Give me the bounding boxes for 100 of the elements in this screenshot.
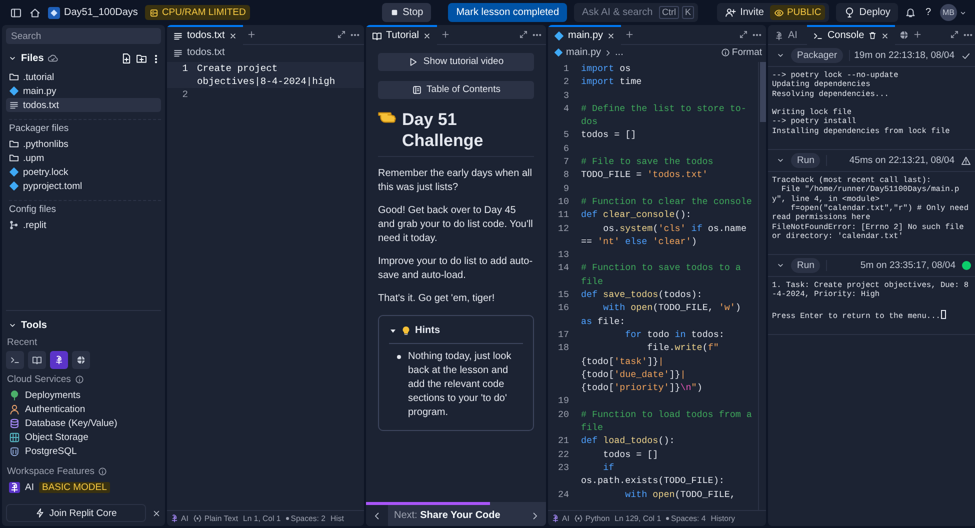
- tab[interactable]: todos.txt: [167, 25, 243, 44]
- line-number: 16: [556, 301, 570, 316]
- feature-item[interactable]: AI BASIC MODEL: [6, 480, 161, 494]
- file-item[interactable]: .upm: [6, 151, 161, 165]
- project-name[interactable]: Day51_100Days: [64, 7, 138, 18]
- line-number: 18: [556, 341, 570, 356]
- tutorial-button[interactable]: Show tutorial video: [378, 53, 534, 71]
- console-icon: [813, 30, 824, 40]
- tutorial-button[interactable]: Table of Contents: [378, 81, 534, 99]
- tutorial-paragraph: Remember the early days when all this was just lists?: [378, 167, 533, 195]
- scrollbar-thumb[interactable]: [760, 62, 766, 122]
- service-item[interactable]: Object Storage: [6, 430, 161, 444]
- visibility-label: PUBLIC: [786, 7, 822, 18]
- project-logo-icon: [48, 6, 60, 18]
- file-type-icon: [554, 48, 563, 57]
- search-input[interactable]: Ask AI & search: [582, 7, 656, 18]
- visibility-badge[interactable]: PUBLIC: [770, 5, 826, 20]
- code-line: # Function to clear the console: [581, 194, 752, 208]
- line-number: 24: [556, 488, 570, 501]
- tool-button[interactable]: [28, 351, 46, 369]
- home-icon[interactable]: [29, 6, 41, 18]
- help-button[interactable]: ?: [923, 7, 933, 18]
- tool-button[interactable]: [72, 351, 90, 369]
- service-item[interactable]: Authentication: [6, 402, 161, 416]
- service-item[interactable]: PostgreSQL: [6, 444, 161, 458]
- expand-icon[interactable]: [739, 30, 748, 39]
- check-icon: [960, 50, 970, 60]
- deploy-button[interactable]: Deploy: [836, 3, 898, 22]
- breadcrumb[interactable]: ...: [615, 47, 624, 58]
- service-item[interactable]: Database (Key/Value): [6, 416, 161, 430]
- file-item[interactable]: todos.txt: [6, 98, 161, 112]
- line-number: 22: [556, 448, 570, 461]
- section-title: Tools: [21, 320, 47, 331]
- braces-icon: [193, 514, 202, 523]
- new-file-icon[interactable]: [121, 53, 132, 64]
- sidebar-toggle-icon[interactable]: [10, 6, 22, 18]
- hints-toggle[interactable]: Hints: [389, 324, 523, 344]
- file-item[interactable]: pyproject.toml: [6, 179, 161, 193]
- run-time: 19m on 22:13:18, 08/04: [849, 50, 954, 61]
- line-number: 9: [562, 182, 570, 195]
- book-icon: [372, 30, 382, 40]
- plus-icon[interactable]: [440, 30, 450, 39]
- file-item[interactable]: .replit: [6, 218, 161, 232]
- feature-label: AI: [25, 482, 34, 492]
- search-field[interactable]: Search: [6, 28, 161, 44]
- invite-button[interactable]: Invite: [723, 7, 766, 18]
- file-item[interactable]: main.py: [6, 84, 161, 98]
- run-time: 5m on 23:35:17, 08/04: [826, 260, 956, 272]
- expand-icon[interactable]: [519, 30, 528, 39]
- info-icon[interactable]: [98, 467, 108, 476]
- section-title: Packager files: [9, 119, 161, 134]
- trash-icon[interactable]: [868, 31, 878, 40]
- code-line: todos = []: [602, 448, 660, 461]
- service-item[interactable]: Deployments: [6, 388, 161, 402]
- tool-button[interactable]: [50, 351, 68, 369]
- line-number: 2: [181, 88, 189, 101]
- bell-icon[interactable]: [905, 7, 916, 18]
- expand-icon[interactable]: [337, 30, 346, 39]
- info-icon[interactable]: [74, 375, 84, 384]
- file-item[interactable]: .tutorial: [6, 70, 161, 84]
- source-label[interactable]: Run: [791, 258, 820, 274]
- plus-icon[interactable]: [625, 30, 634, 39]
- breadcrumb[interactable]: main.py: [566, 47, 602, 58]
- close-icon[interactable]: [881, 32, 890, 40]
- line-number: 1: [562, 62, 570, 76]
- plus-icon[interactable]: [246, 30, 256, 39]
- text-icon: [173, 30, 183, 40]
- file-item[interactable]: .pythonlibs: [6, 137, 161, 151]
- stop-button[interactable]: Stop: [382, 3, 432, 22]
- mark-lesson-button[interactable]: Mark lesson completed: [448, 3, 568, 22]
- play-icon: [408, 57, 418, 67]
- ai-icon: [774, 30, 784, 40]
- plus-icon[interactable]: [913, 30, 922, 39]
- new-folder-icon[interactable]: [136, 53, 147, 64]
- source-label[interactable]: Run: [791, 153, 820, 168]
- close-icon[interactable]: [607, 32, 616, 40]
- model-badge: BASIC MODEL: [38, 482, 110, 492]
- tab[interactable]: Console: [807, 25, 896, 44]
- close-icon[interactable]: [152, 508, 161, 518]
- source-label[interactable]: Packager: [791, 48, 844, 63]
- code-line: def save_todos(todos):: [581, 288, 704, 302]
- close-icon[interactable]: [422, 32, 431, 40]
- code-line: with open(TODO_FILE, 'w') as file:: [581, 301, 742, 328]
- line-number: 17: [556, 328, 570, 342]
- bullet-icon: [397, 355, 401, 359]
- format-button[interactable]: Format: [720, 47, 762, 58]
- breadcrumb[interactable]: todos.txt: [187, 47, 225, 58]
- tab[interactable]: main.py: [548, 25, 622, 44]
- search-bar[interactable]: Ask AI & search Ctrl K: [574, 3, 698, 22]
- stop-icon: [390, 8, 399, 17]
- code-line: Create project objectives|8-4-2024|high: [197, 62, 336, 88]
- tab[interactable]: Tutorial: [366, 25, 437, 44]
- tab[interactable]: AI: [768, 25, 804, 44]
- tool-button[interactable]: [6, 351, 24, 369]
- section-title: Config files: [9, 200, 161, 215]
- expand-icon[interactable]: [950, 30, 958, 39]
- avatar[interactable]: MB: [940, 4, 957, 21]
- join-core-button[interactable]: Join Replit Core: [6, 504, 146, 522]
- ai-icon: [54, 355, 64, 365]
- file-item[interactable]: poetry.lock: [6, 165, 161, 179]
